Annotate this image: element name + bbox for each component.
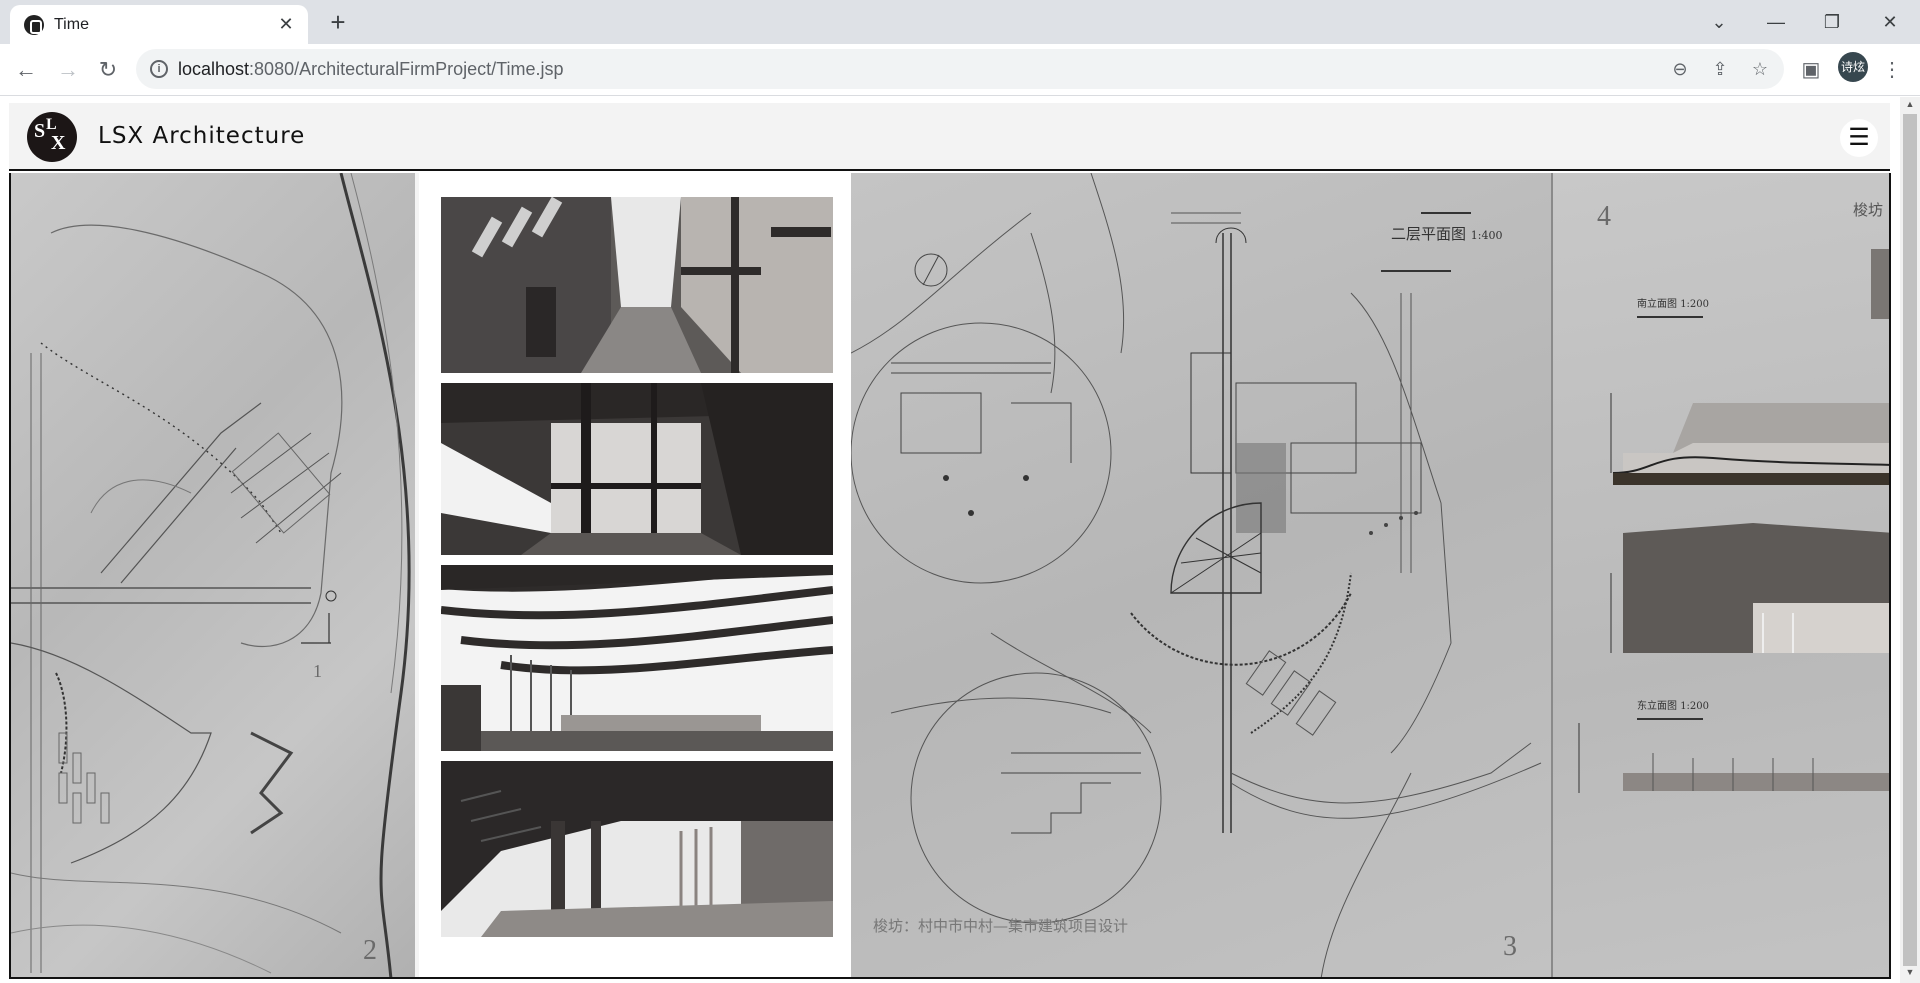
url-text: localhost:8080/ArchitecturalFirmProject/… (178, 59, 563, 80)
restore-icon[interactable]: ❐ (1818, 8, 1846, 36)
scroll-up-icon[interactable]: ▲ (1903, 99, 1917, 113)
elevations-panel: 4 梭坊 南立面图 1:200 东立面图 1:200 (1551, 173, 1889, 977)
south-elevation-scale: 1:200 (1680, 299, 1710, 310)
browser-toolbar: ← → ↻ i localhost:8080/ArchitecturalFirm… (0, 44, 1920, 96)
side-panel-icon[interactable]: ▣ (1797, 56, 1825, 84)
plan-scale: 1:400 (1470, 229, 1503, 242)
east-elevation-scale: 1:200 (1680, 701, 1710, 712)
browser-tab-bar: Time ✕ + ⌄ — ❐ ✕ (0, 0, 1920, 44)
hamburger-menu-icon[interactable]: ☰ (1840, 119, 1878, 157)
floor-plan-drawing (851, 173, 1542, 977)
panel-number: 3 (1503, 931, 1517, 962)
floor-plan-panel: 二层平面图 1:400 梭坊：村中市中村—集市建筑项目设计 3 (851, 173, 1551, 977)
web-page: S L X LSX Architecture ☰ 1 2 二层平面图 1:400… (0, 97, 1920, 983)
east-elevation-label: 东立面图 1:200 (1637, 697, 1709, 712)
rendering-interior (441, 383, 833, 555)
elevations-drawing (1578, 249, 1889, 793)
corner-label: 梭坊 (1853, 201, 1884, 219)
project-caption: 梭坊：村中市中村—集市建筑项目设计 (873, 917, 1129, 935)
close-window-icon[interactable]: ✕ (1876, 8, 1904, 36)
south-elevation-title: 南立面图 (1637, 299, 1677, 310)
close-tab-icon[interactable]: ✕ (276, 14, 296, 34)
zoom-icon[interactable]: ⊖ (1668, 57, 1692, 81)
brand-title[interactable]: LSX Architecture (98, 123, 305, 149)
tab-search-chevron-icon[interactable]: ⌄ (1705, 8, 1733, 36)
logo[interactable]: S L X (27, 112, 77, 162)
favicon-icon (24, 15, 44, 35)
tab-title: Time (54, 16, 89, 33)
scroll-down-icon[interactable]: ▼ (1903, 967, 1917, 981)
page-scrollbar[interactable]: ▲ ▼ (1900, 97, 1920, 983)
logo-letter-s: S (34, 120, 46, 142)
architecture-board: 1 2 二层平面图 1:400 梭坊：村中市中村—集市建筑项目设计 3 4 梭坊… (9, 173, 1891, 979)
minimize-icon[interactable]: — (1762, 8, 1790, 36)
east-elevation-title: 东立面图 (1637, 701, 1677, 712)
site-plan-panel: 1 2 (11, 173, 415, 977)
profile-avatar[interactable]: 诗炫 (1838, 52, 1868, 82)
site-header: S L X LSX Architecture ☰ (9, 103, 1890, 171)
browser-tab[interactable]: Time ✕ (10, 5, 308, 44)
sheet-number: 1 (313, 661, 322, 681)
address-bar[interactable]: i localhost:8080/ArchitecturalFirmProjec… (136, 49, 1784, 89)
url-host: localhost (178, 59, 250, 79)
bookmark-star-icon[interactable]: ☆ (1748, 57, 1772, 81)
rendering-canopy (441, 565, 833, 751)
south-elevation-label: 南立面图 1:200 (1637, 295, 1709, 310)
rendering-staircase (441, 761, 833, 937)
panel-number: 4 (1597, 201, 1611, 232)
forward-icon[interactable]: → (52, 54, 84, 86)
renderings-panel (415, 173, 851, 977)
rendering-corridor (441, 197, 833, 373)
share-icon[interactable]: ⇪ (1708, 57, 1732, 81)
logo-letter-x: X (51, 132, 66, 154)
scrollbar-thumb[interactable] (1903, 114, 1917, 966)
site-info-icon[interactable]: i (150, 60, 168, 78)
site-plan-drawing (11, 173, 411, 977)
new-tab-icon[interactable]: + (324, 9, 352, 37)
back-icon[interactable]: ← (10, 54, 42, 86)
plan-title: 二层平面图 1:400 (1391, 223, 1503, 244)
more-menu-icon[interactable]: ⋮ (1878, 56, 1906, 84)
plan-title-text: 二层平面图 (1391, 225, 1467, 243)
panel-number: 2 (363, 935, 377, 966)
url-path: :8080/ArchitecturalFirmProject/Time.jsp (249, 59, 564, 79)
reload-icon[interactable]: ↻ (92, 54, 124, 86)
